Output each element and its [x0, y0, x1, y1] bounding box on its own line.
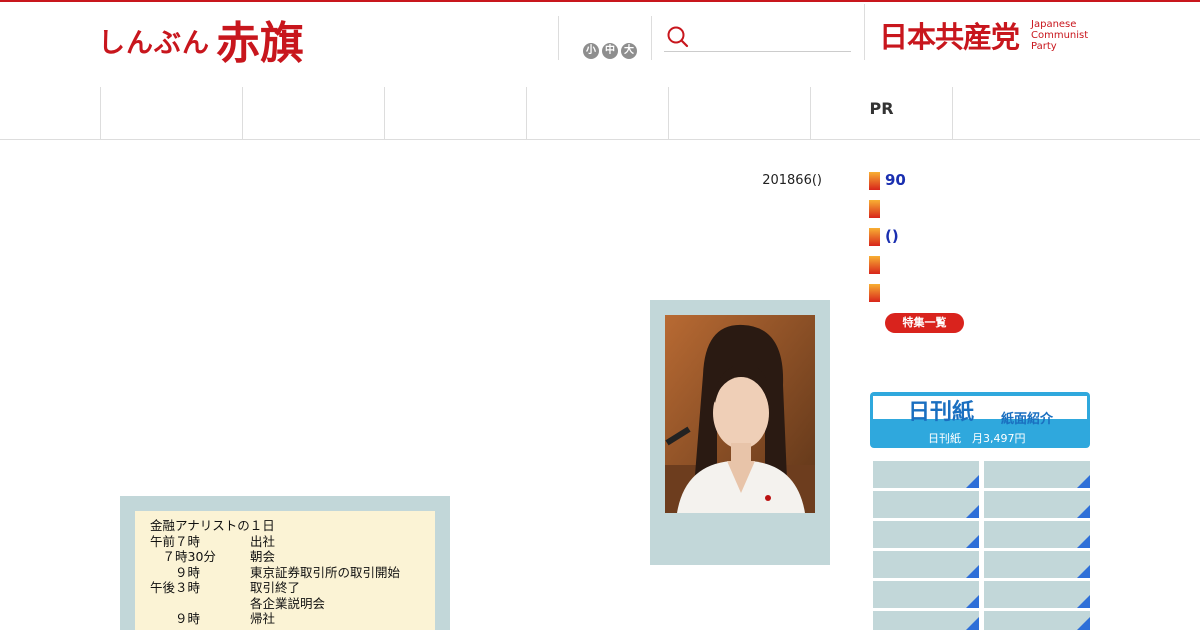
nav-item[interactable] [242, 87, 384, 139]
sidebar-feature-list: 90 () [869, 170, 1069, 310]
search-icon[interactable] [666, 25, 690, 49]
main-navigation: PR [0, 87, 1200, 140]
font-size-large-button[interactable]: 大 [621, 43, 637, 59]
banner-title-panel: 日刊紙 紙面紹介 [873, 396, 1087, 427]
schedule-title: 金融アナリストの１日 [150, 518, 275, 533]
orange-bar-icon [869, 200, 880, 218]
schedule-row: ７時30分 朝会 [150, 549, 276, 564]
schedule-table: 金融アナリストの１日 午前７時 出社 ７時30分 朝会 ９時 東京証券取引所の取引開始… [135, 511, 435, 630]
sidebar-item[interactable] [869, 254, 1069, 282]
header-divider [558, 16, 559, 60]
grid-link-button[interactable] [873, 611, 979, 630]
schedule-row: ９時 帰社 [150, 611, 276, 626]
sidebar-item-label: 90 [885, 171, 906, 189]
nav-item[interactable] [384, 87, 526, 139]
sidebar-item[interactable]: 90 [869, 170, 1069, 198]
shinbun-akahata-logo[interactable]: しんぶん 赤旗 [98, 12, 304, 66]
grid-link-button[interactable] [873, 461, 979, 488]
grid-link-button[interactable] [984, 581, 1090, 608]
jcp-logo[interactable]: 日本共産党 Japanese Communist Party [879, 14, 1088, 56]
jcp-logo-english: Japanese Communist Party [1031, 18, 1089, 52]
grid-link-button[interactable] [873, 491, 979, 518]
schedule-figure-frame: 金融アナリストの１日 午前７時 出社 ７時30分 朝会 ９時 東京証券取引所の取引開始… [120, 496, 450, 630]
search-input[interactable] [696, 26, 850, 50]
nikkan-subscription-banner[interactable]: 日刊紙 紙面紹介 日刊紙 月3,497円 [870, 392, 1090, 448]
nikkan-subtitle: 紙面紹介 [1001, 412, 1054, 427]
font-size-medium-button[interactable]: 中 [602, 43, 618, 59]
schedule-row: ９時 東京証券取引所の取引開始 [150, 564, 401, 580]
grid-link-button[interactable] [873, 551, 979, 578]
grid-link-button[interactable] [984, 521, 1090, 548]
header-divider [864, 4, 865, 60]
nav-item[interactable] [100, 87, 242, 139]
search-box [664, 24, 851, 52]
nav-item[interactable] [668, 87, 810, 139]
schedule-row: 午前７時 出社 [150, 533, 276, 549]
orange-bar-icon [869, 256, 880, 274]
sidebar-item[interactable] [869, 198, 1069, 226]
sidebar-item[interactable] [869, 282, 1069, 310]
grid-link-button[interactable] [873, 521, 979, 548]
feature-list-button[interactable]: 特集一覧 [885, 313, 964, 333]
grid-link-button[interactable] [984, 611, 1090, 630]
nav-item-pr[interactable]: PR [810, 87, 952, 139]
header-divider [651, 16, 652, 60]
top-accent-line [0, 0, 1200, 2]
portrait-photo [665, 315, 815, 513]
schedule-row: 午後３時 取引終了 [150, 580, 301, 595]
grid-link-button[interactable] [984, 491, 1090, 518]
font-size-small-button[interactable]: 小 [583, 43, 599, 59]
grid-link-button[interactable] [984, 551, 1090, 578]
grid-link-button[interactable] [873, 581, 979, 608]
sidebar-item[interactable]: () [869, 226, 1069, 254]
grid-link-button[interactable] [984, 461, 1090, 488]
article-date: 201866() [762, 173, 822, 188]
sidebar-item-label: () [885, 227, 899, 245]
photo-frame [650, 300, 830, 565]
nikkan-price: 日刊紙 月3,497円 [928, 432, 1026, 445]
orange-bar-icon [869, 172, 880, 190]
logo-kana: しんぶん [98, 28, 210, 59]
font-size-controls: 小 中 大 [583, 43, 637, 59]
nav-item[interactable] [526, 87, 668, 139]
nav-divider [952, 87, 953, 139]
jcp-logo-japanese: 日本共産党 [879, 20, 1020, 54]
nikkan-title: 日刊紙 [908, 400, 975, 425]
logo-kanji: 赤旗 [216, 18, 304, 69]
orange-bar-icon [869, 284, 880, 302]
schedule-row: 各企業説明会 [250, 595, 326, 611]
orange-bar-icon [869, 228, 880, 246]
